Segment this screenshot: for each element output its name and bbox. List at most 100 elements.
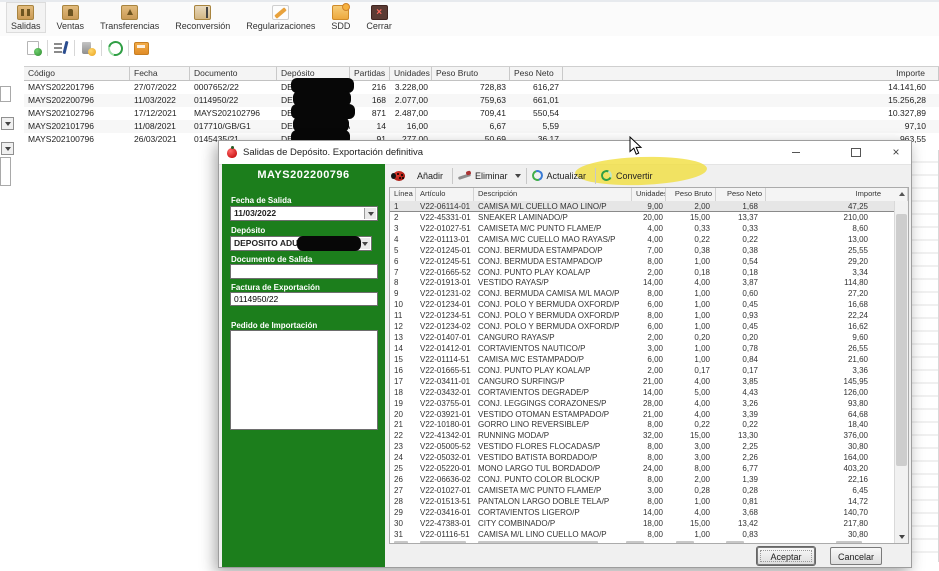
column-header-codigo[interactable]: Código — [24, 67, 130, 80]
lines-table-row[interactable]: 23V22-05005-52VESTIDO FLORES FLOCADAS/P8… — [390, 441, 894, 452]
table-row[interactable]: MAYS20220179627/07/20220007652/22DEPOSIT… — [24, 81, 939, 94]
column-header-unidades[interactable]: Unidades — [390, 67, 432, 80]
column-header-peso-bruto[interactable]: Peso Bruto — [666, 188, 716, 201]
lines-table-row[interactable]: 30V22-47383-01CITY COMBINADO/P18,0015,00… — [390, 518, 894, 529]
lines-table-row[interactable]: 26V22-06636-02CONJ. PUNTO COLOR BLOCK/P8… — [390, 474, 894, 485]
lines-table-row[interactable]: 22V22-41342-01RUNNING MODA/P32,0015,0013… — [390, 430, 894, 441]
lines-table-row[interactable]: 27V22-01027-01CAMISETA M/C PUNTO FLAME/P… — [390, 485, 894, 496]
ribbon-tab-regularizaciones[interactable]: Regularizaciones — [241, 2, 320, 33]
add-button[interactable]: Añadir — [417, 171, 443, 181]
edit-list-icon[interactable] — [53, 40, 69, 56]
left-dropdown-button[interactable] — [1, 142, 14, 155]
ladybug-icon[interactable] — [393, 171, 405, 181]
lines-table-row[interactable]: 2V22-45331-01SNEAKER LAMINADO/P20,0015,0… — [390, 212, 894, 223]
column-header-partidas[interactable]: Partidas — [350, 67, 390, 80]
refresh-icon[interactable] — [107, 40, 123, 56]
close-button[interactable]: × — [881, 141, 911, 163]
lines-table-row[interactable]: 20V22-03921-01VESTIDO OTOMAN ESTAMPADO/P… — [390, 409, 894, 420]
lines-table-row[interactable]: 24V22-05032-01VESTIDO BATISTA BORDADO/P8… — [390, 452, 894, 463]
delete-button[interactable]: Eliminar — [475, 171, 508, 181]
lines-table-row[interactable]: 25V22-05220-01MONO LARGO TUL BORDADO/P24… — [390, 463, 894, 474]
lines-table-row[interactable]: 21V22-10180-01GORRO LINO REVERSIBLE/P8,0… — [390, 419, 894, 430]
column-header-peso-bruto[interactable]: Peso Bruto — [432, 67, 510, 80]
column-header-fecha[interactable]: Fecha — [130, 67, 190, 80]
column-header-descripcion[interactable]: Descripción — [474, 188, 632, 201]
pedido-importacion-textarea[interactable] — [230, 330, 378, 430]
column-header-peso-neto[interactable]: Peso Neto — [716, 188, 766, 201]
vertical-scrollbar[interactable] — [894, 201, 908, 543]
scrollbar-thumb[interactable] — [896, 214, 907, 466]
cell-descripcion: CAMISETA M/C PUNTO FLAME/P — [474, 485, 632, 496]
lines-table-row[interactable]: 15V22-01114-51CAMISA M/C ESTAMPADO/P6,00… — [390, 354, 894, 365]
column-header-importe[interactable]: Importe — [563, 67, 939, 80]
scroll-down-button[interactable] — [895, 531, 908, 543]
lines-table-row[interactable]: 6V22-01245-51CONJ. BERMUDA ESTAMPADO/P8,… — [390, 256, 894, 267]
print-icon[interactable] — [134, 40, 150, 56]
scroll-up-button[interactable] — [895, 188, 908, 200]
ribbon-tab-salidas[interactable]: Salidas — [6, 2, 46, 33]
lines-table-row[interactable]: 7V22-01665-52CONJ. PUNTO PLAY KOALA/P2,0… — [390, 267, 894, 278]
lines-table-row[interactable]: 29V22-03416-01CORTAVIENTOS LIGERO/P14,00… — [390, 507, 894, 518]
lines-table-row[interactable]: 8V22-01913-01VESTIDO RAYAS/P14,004,003,8… — [390, 277, 894, 288]
cell-unidades: 2.487,00 — [390, 107, 432, 120]
cell-articulo: V22-01234-51 — [416, 310, 474, 321]
fecha-salida-combo[interactable]: 11/03/2022 — [230, 206, 378, 221]
table-row[interactable]: MAYS20210179611/08/2021017710/GB/G1DEPOS… — [24, 120, 939, 133]
delete-dropdown-icon[interactable] — [515, 174, 521, 178]
ribbon-tab-cerrar[interactable]: Cerrar — [361, 2, 397, 33]
lines-table-row[interactable]: 18V22-03432-01CORTAVIENTOS DEGRADE/P14,0… — [390, 387, 894, 398]
maximize-button[interactable] — [841, 141, 871, 163]
lines-table-row[interactable]: 11V22-01234-51CONJ. POLO Y BERMUDA OXFOR… — [390, 310, 894, 321]
cell-peso-neto: 550,54 — [510, 107, 563, 120]
column-header-importe[interactable]: Importe — [766, 188, 908, 201]
lines-table-row[interactable]: 16V22-01665-51CONJ. PUNTO PLAY KOALA/P2,… — [390, 365, 894, 376]
lines-table-row[interactable]: 9V22-01231-02CONJ. BERMUDA CAMISA M/L MA… — [390, 288, 894, 299]
lines-table-row[interactable]: 4V22-01113-01CAMISA M/C CUELLO MAO RAYAS… — [390, 234, 894, 245]
lines-table-row[interactable]: 3V22-01027-51CAMISETA M/C PUNTO FLAME/P4… — [390, 223, 894, 234]
ribbon-tab-ventas[interactable]: Ventas — [52, 2, 90, 33]
delete-record-icon[interactable] — [80, 40, 96, 56]
cell-codigo: MAYS202100796 — [24, 133, 130, 146]
lines-table-row[interactable]: 14V22-01412-01CORTAVIENTOS NAUTICO/P3,00… — [390, 343, 894, 354]
lines-table-row[interactable]: 13V22-01407-01CANGURO RAYAS/P2,000,200,2… — [390, 332, 894, 343]
cell-descripcion: MONO LARGO TUL BORDADO/P — [474, 463, 632, 474]
documento-salida-input[interactable] — [230, 264, 378, 279]
combo-dropdown-button[interactable] — [364, 208, 376, 219]
lines-table-row[interactable]: 10V22-01234-01CONJ. POLO Y BERMUDA OXFOR… — [390, 299, 894, 310]
column-header-documento[interactable]: Documento — [190, 67, 277, 80]
update-button[interactable]: Actualizar — [547, 171, 587, 181]
cancel-button[interactable]: Cancelar — [830, 547, 882, 565]
field-label-fecha-salida: Fecha de Salida — [231, 196, 291, 205]
cell-descripcion: CANGURO RAYAS/P — [474, 332, 632, 343]
lines-table-row[interactable]: 19V22-03755-01CONJ. LEGGINGS CORAZONES/P… — [390, 398, 894, 409]
column-header-linea[interactable]: Línea — [390, 188, 416, 201]
convert-button[interactable]: Convertir — [616, 171, 653, 181]
accept-button[interactable]: Aceptar — [757, 547, 815, 565]
left-dropdown-button[interactable] — [1, 117, 14, 130]
lines-table-row[interactable]: 5V22-01245-01CONJ. BERMUDA ESTAMPADO/P7,… — [390, 245, 894, 256]
cell-articulo: V22-01231-02 — [416, 288, 474, 299]
left-edge-box[interactable] — [0, 157, 11, 186]
table-row[interactable]: MAYS20220079611/03/20220114950/22DEPOSIT… — [24, 94, 939, 107]
lines-table-row[interactable]: 17V22-03411-01CANGURO SURFING/P21,004,00… — [390, 376, 894, 387]
deposito-combo[interactable]: DEPOSITO ADUANERO — [230, 236, 372, 251]
ribbon-tab-reconversion[interactable]: Reconversión — [170, 2, 235, 33]
column-header-peso-neto[interactable]: Peso Neto — [510, 67, 563, 80]
factura-exportacion-input[interactable] — [230, 292, 378, 306]
left-edge-input[interactable] — [0, 86, 11, 102]
lines-table-row[interactable]: 12V22-01234-02CONJ. POLO Y BERMUDA OXFOR… — [390, 321, 894, 332]
column-header-articulo[interactable]: Artículo — [416, 188, 474, 201]
cell-peso-bruto: 1,00 — [666, 310, 716, 321]
ribbon-tab-transferencias[interactable]: Transferencias — [95, 2, 164, 33]
column-header-unidades[interactable]: Unidades — [632, 188, 666, 201]
cell-unidades: 4,00 — [632, 223, 666, 234]
dialog-titlebar[interactable]: Salidas de Depósito. Exportación definit… — [219, 141, 911, 165]
lines-table-row[interactable]: 31V22-01116-51CAMISA M/L LINO CUELLO MAO… — [390, 529, 894, 540]
lines-table-row[interactable]: 28V22-01513-51PANTALON LARGO DOBLE TELA/… — [390, 496, 894, 507]
ribbon-tab-sdd[interactable]: SDD — [326, 2, 355, 33]
minimize-button[interactable] — [781, 141, 811, 163]
lines-table-row[interactable]: 1V22-06114-01CAMISA M/L CUELLO MAO LINO/… — [390, 201, 894, 212]
grid-empty-rows — [910, 150, 939, 562]
new-record-icon[interactable] — [26, 40, 42, 56]
table-row[interactable]: MAYS20210279617/12/2021MAYS202102796DEPO… — [24, 107, 939, 120]
